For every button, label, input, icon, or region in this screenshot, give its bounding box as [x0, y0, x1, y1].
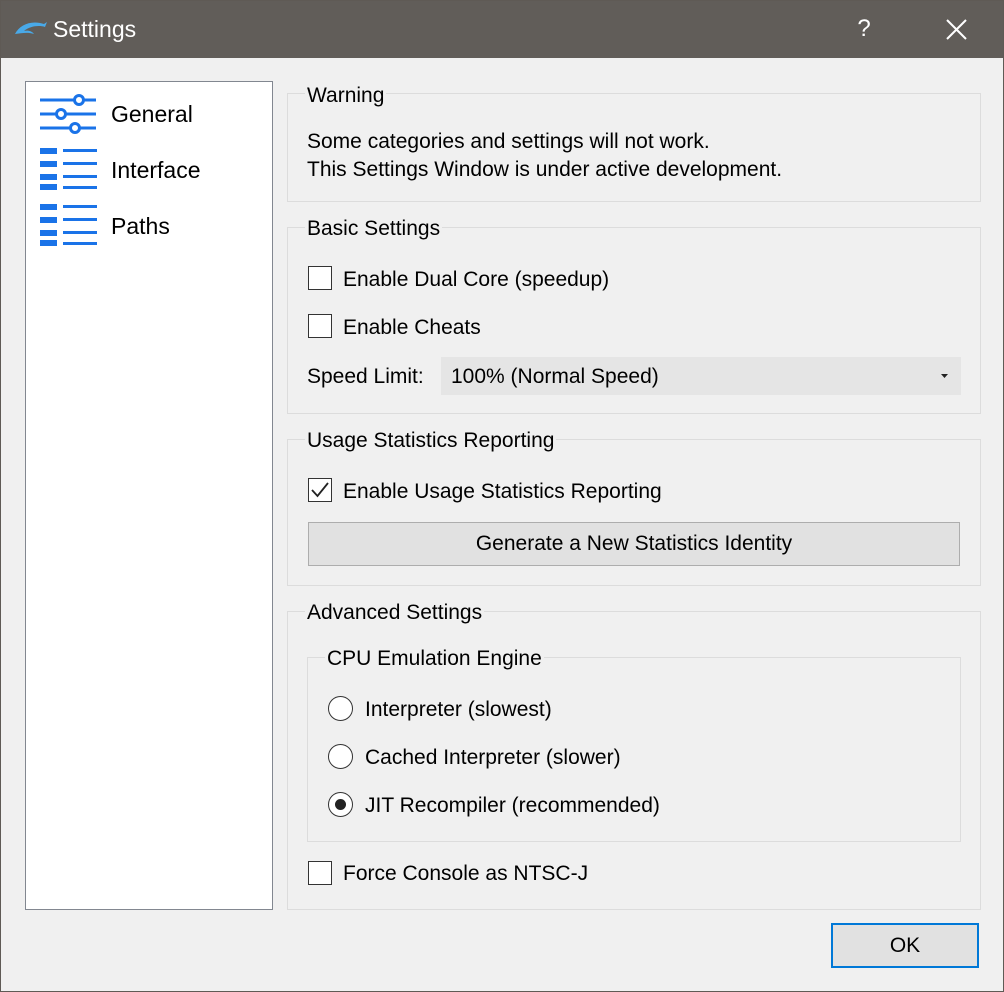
jit-recompiler-label[interactable]: JIT Recompiler (recommended): [365, 792, 660, 820]
basic-settings-title: Basic Settings: [305, 216, 443, 242]
sidebar-item-label: General: [111, 101, 193, 127]
settings-window: Settings ? General Interface Paths Warni…: [0, 0, 1004, 992]
cached-interpreter-label[interactable]: Cached Interpreter (slower): [365, 744, 621, 772]
cached-interpreter-radio[interactable]: [328, 744, 353, 769]
ok-button[interactable]: OK: [831, 923, 979, 968]
warning-text-line1: Some categories and settings will not wo…: [307, 130, 710, 153]
warning-group-title: Warning: [305, 83, 387, 109]
radio-selected-dot: [335, 799, 346, 810]
interpreter-radio[interactable]: [328, 696, 353, 721]
checkmark-icon: [311, 482, 329, 498]
title-bar[interactable]: Settings ?: [1, 1, 1003, 58]
interpreter-label[interactable]: Interpreter (slowest): [365, 696, 552, 724]
help-button[interactable]: ?: [841, 9, 887, 49]
dolphin-icon: [15, 22, 47, 34]
cpu-emulation-engine-title: CPU Emulation Engine: [325, 646, 544, 672]
sidebar-item-label: Paths: [111, 213, 170, 239]
close-button[interactable]: [933, 9, 979, 49]
jit-recompiler-radio[interactable]: [328, 792, 353, 817]
speed-limit-select[interactable]: 100% (Normal Speed): [441, 357, 961, 395]
usage-statistics-label[interactable]: Enable Usage Statistics Reporting: [343, 478, 662, 506]
list-icon: [40, 148, 97, 190]
cheats-label: Enable Cheats: [343, 316, 481, 339]
sidebar-item-paths[interactable]: Paths: [38, 204, 268, 250]
category-list[interactable]: General Interface Paths: [25, 81, 273, 910]
cheats-checkbox[interactable]: [308, 314, 332, 338]
sliders-icon: [40, 94, 96, 134]
list-icon: [40, 204, 97, 246]
sidebar-item-interface[interactable]: Interface: [38, 148, 268, 194]
sidebar-item-general[interactable]: General: [38, 92, 268, 138]
dual-core-checkbox[interactable]: [308, 266, 332, 290]
dual-core-label[interactable]: Enable Dual Core (speedup): [343, 266, 609, 294]
window-title: Settings: [53, 16, 137, 42]
speed-limit-label: Speed Limit:: [307, 365, 424, 388]
usage-statistics-checkbox[interactable]: [308, 478, 332, 502]
dropdown-arrow-icon: [941, 374, 948, 378]
force-ntsc-j-label[interactable]: Force Console as NTSC-J: [343, 860, 588, 888]
generate-statistics-identity-button[interactable]: Generate a New Statistics Identity: [308, 522, 960, 566]
usage-statistics-title: Usage Statistics Reporting: [305, 428, 557, 454]
warning-text-line2: This Settings Window is under active dev…: [307, 158, 783, 181]
advanced-settings-title: Advanced Settings: [305, 600, 485, 626]
speed-limit-value: 100% (Normal Speed): [451, 365, 659, 388]
sidebar-item-label: Interface: [111, 157, 201, 183]
force-ntsc-j-checkbox[interactable]: [308, 861, 332, 885]
close-icon: [946, 19, 967, 40]
